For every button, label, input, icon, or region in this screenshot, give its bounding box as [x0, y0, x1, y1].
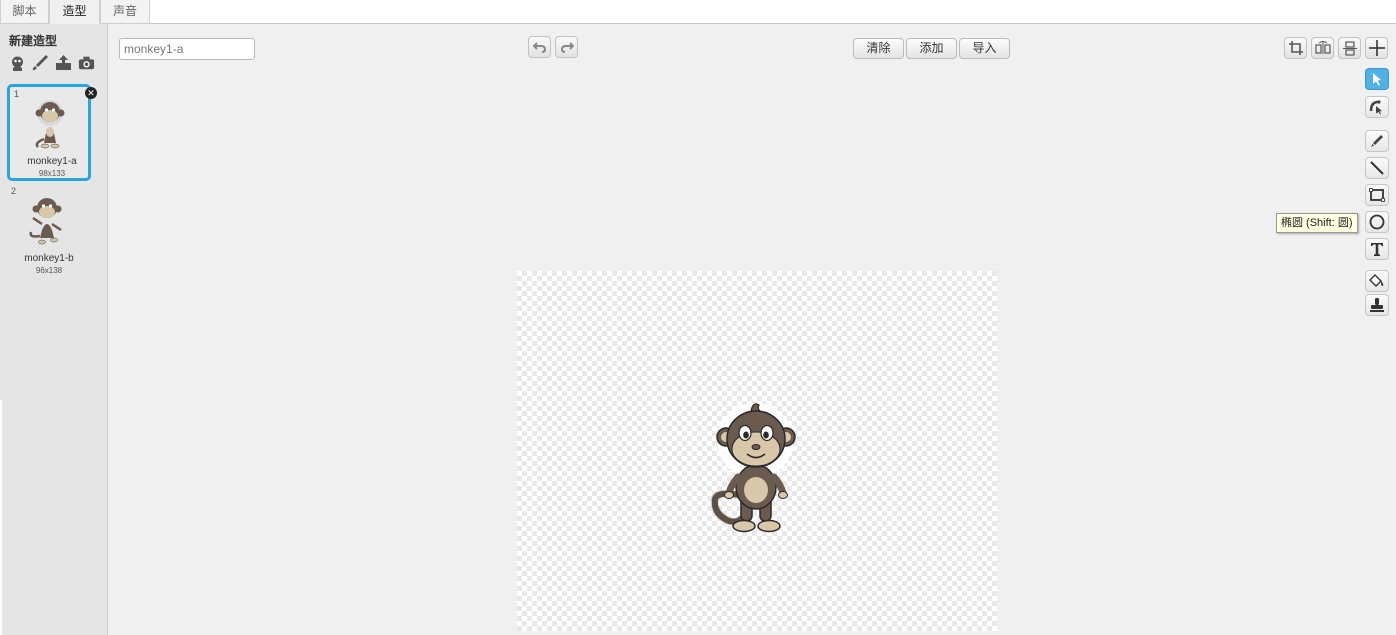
- crosshair-icon: [1368, 40, 1385, 56]
- costume-sidebar: 新建造型 1 monkey1-a 98x133 ✕ 2 monkey1-b 96…: [0, 24, 108, 635]
- divider: [0, 400, 2, 635]
- costume-name: monkey1-a: [27, 156, 77, 167]
- pencil-tool[interactable]: [1365, 130, 1389, 152]
- costume-index: 1: [14, 89, 20, 99]
- redo-button[interactable]: [555, 36, 578, 58]
- tooltip: 椭圆 (Shift: 圆): [1276, 213, 1358, 233]
- flip-vertical-button[interactable]: [1338, 37, 1361, 59]
- ellipse-icon: [1369, 214, 1385, 230]
- rectangle-icon: [1369, 188, 1385, 202]
- rectangle-tool[interactable]: [1365, 184, 1389, 206]
- pencil-icon: [1371, 135, 1383, 147]
- clear-button[interactable]: 清除: [853, 38, 904, 59]
- tab-costumes[interactable]: 造型: [49, 0, 100, 24]
- fill-tool[interactable]: [1365, 270, 1389, 292]
- flip-vertical-icon: [1342, 40, 1357, 56]
- paint-bucket-icon: [1369, 274, 1384, 287]
- monkey-costume-image[interactable]: [707, 399, 807, 539]
- flip-horizontal-button[interactable]: [1311, 37, 1334, 59]
- drawing-canvas[interactable]: [517, 271, 997, 631]
- line-tool[interactable]: [1365, 157, 1389, 179]
- camera-icon[interactable]: [78, 54, 95, 71]
- costume-index: 2: [11, 186, 17, 196]
- costume-name-input[interactable]: [119, 38, 255, 60]
- ellipse-tool[interactable]: [1365, 211, 1389, 233]
- tab-sounds[interactable]: 声音: [100, 0, 150, 24]
- tab-bar: 脚本 造型 声音: [0, 0, 1396, 24]
- costume-thumbnail: [35, 100, 65, 149]
- costume-item-1[interactable]: 1 monkey1-a 98x133: [7, 84, 91, 181]
- crop-icon: [1288, 41, 1303, 55]
- reshape-icon: [1369, 100, 1382, 115]
- costume-item-2[interactable]: 2 monkey1-b 96x138: [7, 184, 91, 281]
- stamp-icon: [1370, 298, 1384, 312]
- costume-size: 96x138: [35, 266, 63, 275]
- sprite-library-icon[interactable]: [9, 54, 26, 71]
- select-tool[interactable]: [1365, 68, 1389, 90]
- costume-name: monkey1-b: [24, 253, 74, 264]
- delete-costume-icon[interactable]: ✕: [85, 87, 97, 99]
- paint-brush-icon[interactable]: [32, 54, 49, 71]
- import-button[interactable]: 导入: [959, 38, 1010, 59]
- redo-icon: [560, 42, 574, 53]
- text-tool[interactable]: [1365, 238, 1389, 260]
- new-costume-icons: [9, 54, 95, 71]
- crop-button[interactable]: [1284, 37, 1307, 59]
- costume-thumbnail: [29, 198, 62, 245]
- costume-size: 98x133: [38, 169, 66, 178]
- text-icon: [1371, 243, 1383, 256]
- undo-icon: [532, 42, 546, 53]
- undo-button[interactable]: [528, 36, 551, 58]
- flip-horizontal-icon: [1314, 41, 1331, 54]
- set-center-button[interactable]: [1365, 37, 1388, 59]
- select-icon: [1373, 73, 1381, 86]
- tab-scripts[interactable]: 脚本: [0, 0, 49, 24]
- line-icon: [1370, 161, 1384, 175]
- add-button[interactable]: 添加: [906, 38, 957, 59]
- new-costume-title: 新建造型: [9, 34, 58, 48]
- reshape-tool[interactable]: [1365, 96, 1389, 118]
- upload-icon[interactable]: [55, 54, 72, 71]
- stamp-tool[interactable]: [1365, 294, 1389, 316]
